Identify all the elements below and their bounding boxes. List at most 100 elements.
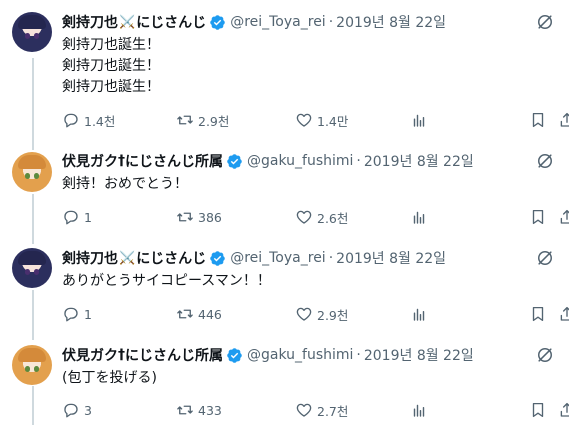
retweet-button[interactable]: 433 bbox=[176, 400, 222, 420]
handle[interactable]: @rei_Toya_rei bbox=[230, 14, 326, 30]
tweet[interactable]: 伏見ガク † にじさんじ所属 @gaku_fushimi · 2019년 8월 … bbox=[0, 334, 569, 425]
avatar[interactable] bbox=[12, 12, 52, 52]
like-count: 2.9천 bbox=[317, 307, 349, 323]
like-button[interactable]: 2.7천 bbox=[295, 400, 348, 420]
heart-icon bbox=[296, 307, 312, 321]
display-name[interactable]: 伏見ガク bbox=[62, 151, 118, 171]
bookmark-button[interactable] bbox=[529, 110, 551, 130]
bookmark-button[interactable] bbox=[529, 400, 551, 420]
share-button[interactable] bbox=[558, 207, 569, 227]
bookmark-button[interactable] bbox=[529, 304, 551, 324]
handle[interactable]: @gaku_fushimi bbox=[247, 347, 353, 363]
separator-dot: · bbox=[356, 347, 361, 363]
heart-icon bbox=[296, 113, 312, 127]
tweet[interactable]: 伏見ガク † にじさんじ所属 @gaku_fushimi · 2019년 8월 … bbox=[0, 140, 569, 240]
action-bar: 3 433 2.7천 bbox=[58, 400, 569, 420]
share-icon bbox=[560, 209, 569, 224]
tweet-text: 剣持刀也誕生！ 剣持刀也誕生！ 剣持刀也誕生！ bbox=[62, 37, 160, 95]
grok-icon[interactable] bbox=[535, 151, 555, 171]
views-button[interactable] bbox=[410, 304, 432, 324]
views-chart-icon bbox=[413, 404, 425, 417]
reply-button[interactable]: 1 bbox=[62, 207, 92, 227]
views-button[interactable] bbox=[410, 207, 432, 227]
display-name[interactable]: 剣持刀也 bbox=[62, 12, 118, 32]
heart-icon bbox=[296, 210, 312, 224]
retweet-icon bbox=[177, 405, 193, 415]
share-icon bbox=[560, 306, 569, 321]
heart-icon bbox=[296, 403, 312, 417]
tweet-header: 伏見ガク † にじさんじ所属 @gaku_fushimi · 2019년 8월 … bbox=[62, 345, 555, 365]
timestamp[interactable]: 2019년 8월 22일 bbox=[364, 345, 474, 365]
avatar[interactable] bbox=[12, 152, 52, 192]
swords-emoji: ⚔️ bbox=[119, 250, 136, 266]
bookmark-icon bbox=[532, 209, 544, 225]
display-name-suffix[interactable]: にじさんじ bbox=[136, 12, 206, 32]
like-count: 1.4만 bbox=[317, 113, 349, 129]
reply-button[interactable]: 1.4천 bbox=[62, 110, 115, 130]
dagger-emoji: † bbox=[118, 347, 125, 363]
bookmark-icon bbox=[532, 402, 544, 418]
reply-button[interactable]: 1 bbox=[62, 304, 92, 324]
retweet-icon bbox=[177, 309, 193, 319]
verified-badge-icon bbox=[210, 14, 225, 30]
avatar[interactable] bbox=[12, 345, 52, 385]
reply-count: 1 bbox=[84, 209, 92, 225]
reply-count: 1 bbox=[84, 306, 92, 322]
reply-count: 1.4천 bbox=[84, 113, 116, 129]
views-chart-icon bbox=[413, 211, 425, 224]
handle[interactable]: @rei_Toya_rei bbox=[230, 250, 326, 266]
verified-badge-icon bbox=[210, 250, 225, 266]
display-name[interactable]: 伏見ガク bbox=[62, 345, 118, 365]
reply-count: 3 bbox=[84, 402, 92, 418]
share-icon bbox=[560, 112, 569, 127]
bookmark-icon bbox=[532, 306, 544, 322]
views-chart-icon bbox=[413, 114, 425, 127]
like-count: 2.6천 bbox=[317, 210, 349, 226]
display-name[interactable]: 剣持刀也 bbox=[62, 248, 118, 268]
reply-button[interactable]: 3 bbox=[62, 400, 92, 420]
views-button[interactable] bbox=[410, 110, 432, 130]
retweet-count: 386 bbox=[198, 209, 222, 225]
separator-dot: · bbox=[356, 153, 361, 169]
separator-dot: · bbox=[328, 14, 334, 30]
separator-dot: · bbox=[328, 250, 334, 266]
views-button[interactable] bbox=[410, 400, 432, 420]
retweet-icon bbox=[177, 115, 193, 125]
retweet-count: 446 bbox=[198, 306, 222, 322]
grok-icon[interactable] bbox=[535, 248, 555, 268]
display-name-suffix[interactable]: にじさんじ所属 bbox=[125, 151, 223, 171]
retweet-button[interactable]: 386 bbox=[176, 207, 222, 227]
action-bar: 1.4천 2.9천 1.4만 bbox=[58, 110, 569, 130]
timestamp[interactable]: 2019년 8월 22일 bbox=[336, 248, 446, 268]
reply-icon bbox=[64, 403, 78, 418]
verified-badge-icon bbox=[227, 153, 242, 169]
action-bar: 1 386 2.6천 bbox=[58, 207, 569, 227]
like-button[interactable]: 2.9천 bbox=[295, 304, 348, 324]
retweet-button[interactable]: 2.9천 bbox=[176, 110, 229, 130]
reply-icon bbox=[64, 307, 78, 322]
share-button[interactable] bbox=[558, 304, 569, 324]
share-icon bbox=[560, 402, 569, 417]
like-button[interactable]: 2.6천 bbox=[295, 207, 348, 227]
retweet-button[interactable]: 446 bbox=[176, 304, 222, 324]
grok-icon[interactable] bbox=[535, 345, 555, 365]
bookmark-button[interactable] bbox=[529, 207, 551, 227]
tweet[interactable]: 剣持刀也 ⚔️ にじさんじ @rei_Toya_rei · 2019년 8월 2… bbox=[0, 237, 569, 334]
avatar[interactable] bbox=[12, 248, 52, 288]
like-button[interactable]: 1.4만 bbox=[295, 110, 348, 130]
display-name-suffix[interactable]: にじさんじ bbox=[136, 248, 206, 268]
display-name-suffix[interactable]: にじさんじ所属 bbox=[125, 345, 223, 365]
action-bar: 1 446 2.9천 bbox=[58, 304, 569, 324]
timestamp[interactable]: 2019년 8월 22일 bbox=[364, 151, 474, 171]
grok-icon[interactable] bbox=[535, 12, 555, 32]
reply-icon bbox=[64, 113, 78, 128]
share-button[interactable] bbox=[558, 400, 569, 420]
tweet-text: 剣持！おめでとう！ bbox=[62, 176, 188, 192]
tweet-text: (包丁を投げる) bbox=[62, 370, 157, 386]
tweet[interactable]: 剣持刀也 ⚔️ にじさんじ @rei_Toya_rei · 2019년 8월 2… bbox=[0, 0, 569, 140]
views-chart-icon bbox=[413, 308, 425, 321]
share-button[interactable] bbox=[558, 110, 569, 130]
reply-icon bbox=[64, 210, 78, 225]
handle[interactable]: @gaku_fushimi bbox=[247, 153, 353, 169]
timestamp[interactable]: 2019년 8월 22일 bbox=[336, 12, 446, 32]
